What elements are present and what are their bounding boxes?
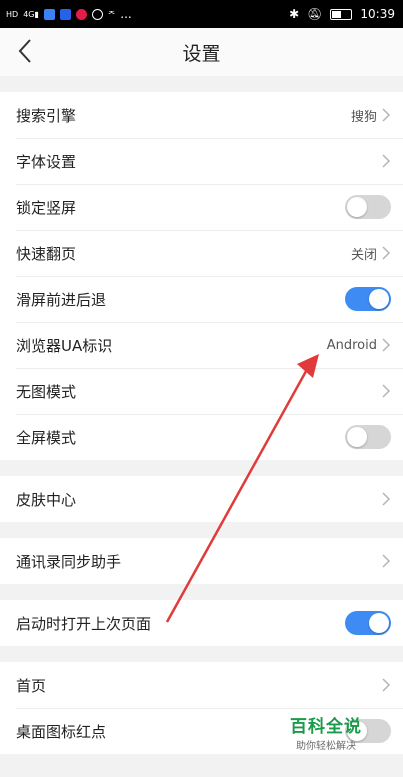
toggle-switch[interactable]: [345, 195, 391, 219]
settings-row[interactable]: 无图模式: [0, 368, 403, 414]
watermark-title: 百科全说: [290, 717, 362, 737]
toggle-switch[interactable]: [345, 611, 391, 635]
settings-row-right: 关闭: [351, 244, 391, 263]
settings-row-label: 桌面图标红点: [16, 722, 107, 741]
status-bar: HD 4G▮ ᄌ ... ✱ 🔕︎ 10:39: [0, 0, 403, 28]
signal-icon: 4G▮: [23, 9, 39, 19]
settings-row-label: 皮肤中心: [16, 490, 77, 509]
settings-group: 启动时打开上次页面: [0, 600, 403, 646]
chevron-right-icon: [382, 554, 391, 568]
settings-group: 搜索引擎 搜狗字体设置锁定竖屏快速翻页 关闭滑屏前进后退 浏览器UA标识 Android…: [0, 92, 403, 460]
back-button[interactable]: [14, 36, 38, 66]
settings-row-value: 关闭: [350, 247, 377, 263]
settings-row[interactable]: 快速翻页 关闭: [0, 230, 403, 276]
chevron-right-icon: [382, 154, 391, 168]
settings-row-right: [377, 384, 391, 398]
settings-row-right: 搜狗: [351, 106, 391, 125]
toggle-knob: [369, 289, 389, 309]
settings-row-label: 滑屏前进后退: [16, 290, 107, 309]
settings-row[interactable]: 锁定竖屏: [0, 184, 403, 230]
page-title: 设置: [182, 42, 221, 65]
settings-row[interactable]: 通讯录同步助手: [0, 538, 403, 584]
app-icon-blue: [43, 8, 55, 20]
chevron-right-icon: [382, 246, 391, 260]
toggle-knob: [347, 427, 367, 447]
section-gap: [0, 584, 403, 600]
settings-row-label: 浏览器UA标识: [16, 336, 113, 355]
settings-row[interactable]: 字体设置: [0, 138, 403, 184]
app-icon-person: ᄌ: [107, 9, 116, 19]
settings-row-label: 通讯录同步助手: [16, 552, 122, 571]
mute-icon: 🔕︎: [307, 7, 323, 21]
settings-row-label: 无图模式: [16, 382, 77, 401]
settings-row-label: 全屏模式: [16, 428, 77, 447]
toggle-knob: [369, 613, 389, 633]
chevron-right-icon: [382, 384, 391, 398]
section-gap: [0, 460, 403, 476]
settings-row-label: 锁定竖屏: [16, 198, 77, 217]
settings-row[interactable]: 启动时打开上次页面: [0, 600, 403, 646]
settings-row-right: [377, 492, 391, 506]
settings-row[interactable]: 浏览器UA标识 Android: [0, 322, 403, 368]
settings-row-right: Android: [327, 338, 391, 353]
settings-row-label: 快速翻页: [16, 244, 77, 263]
chevron-right-icon: [382, 108, 391, 122]
settings-row[interactable]: 全屏模式: [0, 414, 403, 460]
chevron-right-icon: [382, 678, 391, 692]
status-right: ✱ 🔕︎ 10:39: [289, 7, 403, 21]
settings-row[interactable]: 搜索引擎 搜狗: [0, 92, 403, 138]
settings-row[interactable]: 首页: [0, 662, 403, 708]
settings-row[interactable]: 滑屏前进后退: [0, 276, 403, 322]
toggle-switch[interactable]: [345, 287, 391, 311]
settings-row-label: 字体设置: [16, 152, 77, 171]
battery-icon: [330, 8, 353, 20]
toggle-switch[interactable]: [345, 425, 391, 449]
chevron-right-icon: [382, 492, 391, 506]
section-gap: [0, 646, 403, 662]
watermark-subtitle: 助你轻松解决: [296, 741, 356, 752]
back-arrow-icon: [18, 39, 31, 63]
hd-icon: HD: [6, 9, 19, 19]
settings-row-right: [377, 154, 391, 168]
settings-row-value: 搜狗: [350, 109, 377, 125]
watermark-logo: 百科全说 助你轻松解决: [283, 712, 369, 752]
toggle-knob: [347, 197, 367, 217]
settings-row-right: [377, 554, 391, 568]
bluetooth-icon: ✱: [289, 7, 300, 21]
settings-list: 搜索引擎 搜狗字体设置锁定竖屏快速翻页 关闭滑屏前进后退 浏览器UA标识 Android…: [0, 92, 403, 754]
app-icon-red: [75, 8, 87, 20]
app-icon-circle: [91, 8, 103, 20]
chevron-right-icon: [382, 338, 391, 352]
status-left: HD 4G▮ ᄌ ...: [0, 7, 132, 21]
settings-group: 皮肤中心: [0, 476, 403, 522]
app-icon-blue-2: [59, 8, 71, 20]
settings-row-label: 搜索引擎: [16, 106, 77, 125]
settings-group: 通讯录同步助手: [0, 538, 403, 584]
status-more-text: ...: [120, 7, 132, 21]
settings-row-value: Android: [326, 337, 377, 353]
settings-row[interactable]: 皮肤中心: [0, 476, 403, 522]
settings-row-right: [377, 678, 391, 692]
status-time: 10:39: [360, 7, 395, 21]
settings-row-label: 首页: [16, 676, 47, 695]
settings-row-label: 启动时打开上次页面: [16, 614, 152, 633]
header-bar: 设置: [0, 28, 403, 76]
section-gap: [0, 522, 403, 538]
